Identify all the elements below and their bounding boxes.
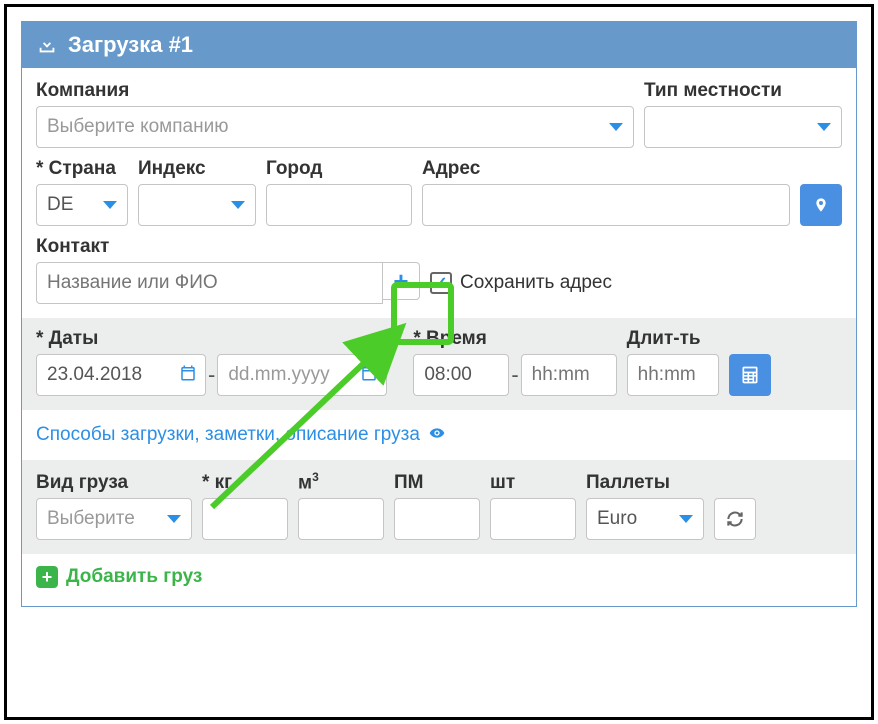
map-pin-icon	[813, 194, 829, 216]
panel-header: Загрузка #1	[22, 22, 856, 68]
pcs-input[interactable]	[490, 498, 576, 540]
plus-icon: +	[393, 266, 408, 297]
duration-label: Длит-ть	[627, 328, 719, 350]
locality-label: Тип местности	[644, 80, 842, 102]
cargo-type-label: Вид груза	[36, 472, 192, 494]
chevron-down-icon	[679, 515, 693, 523]
save-address-checkbox[interactable]: ✓	[430, 272, 452, 294]
pm-label: ПМ	[394, 472, 480, 494]
date-to-input[interactable]: dd.mm.yyyy	[217, 354, 387, 396]
address-input[interactable]	[422, 184, 790, 226]
loading-options-link[interactable]: Способы загрузки, заметки, описание груз…	[36, 410, 842, 460]
postcode-label: Индекс	[138, 158, 256, 180]
city-label: Город	[266, 158, 412, 180]
time-from-input[interactable]	[413, 354, 509, 396]
calendar-icon	[179, 364, 197, 387]
duration-input[interactable]	[627, 354, 719, 396]
company-select[interactable]: Выберите компанию	[36, 106, 634, 148]
eye-icon	[426, 425, 448, 446]
country-select[interactable]: DE	[36, 184, 128, 226]
panel-title: Загрузка #1	[68, 32, 193, 58]
locality-select[interactable]	[644, 106, 842, 148]
pcs-label: шт	[490, 472, 576, 494]
chevron-down-icon	[167, 515, 181, 523]
dash-separator: -	[509, 354, 520, 396]
save-address-label: Сохранить адрес	[460, 272, 612, 294]
m3-label: м3	[298, 470, 384, 494]
contact-input[interactable]	[36, 262, 383, 304]
refresh-button[interactable]	[714, 498, 756, 540]
pm-input[interactable]	[394, 498, 480, 540]
chevron-down-icon	[231, 201, 245, 209]
chevron-down-icon	[817, 123, 831, 131]
contact-label: Контакт	[36, 236, 420, 258]
download-icon	[36, 34, 58, 56]
pallets-select[interactable]: Euro	[586, 498, 704, 540]
m3-input[interactable]	[298, 498, 384, 540]
company-label: Компания	[36, 80, 634, 102]
postcode-select[interactable]	[138, 184, 256, 226]
refresh-icon	[725, 509, 745, 529]
map-pin-button[interactable]	[800, 184, 842, 226]
time-to-input[interactable]	[521, 354, 617, 396]
calendar-icon	[360, 364, 378, 387]
dates-label: * Даты	[36, 328, 387, 350]
kg-input[interactable]	[202, 498, 288, 540]
add-contact-button[interactable]: +	[382, 262, 420, 300]
calculator-icon	[740, 364, 760, 386]
add-cargo-button[interactable]: + Добавить груз	[36, 554, 842, 592]
cargo-type-select[interactable]: Выберите	[36, 498, 192, 540]
time-label: * Время	[413, 328, 616, 350]
address-label: Адрес	[422, 158, 790, 180]
plus-badge-icon: +	[36, 566, 58, 588]
date-from-input[interactable]: 23.04.2018	[36, 354, 206, 396]
chevron-down-icon	[609, 123, 623, 131]
calculate-button[interactable]	[729, 354, 771, 396]
dash-separator: -	[206, 354, 217, 396]
pallets-label: Паллеты	[586, 472, 704, 494]
chevron-down-icon	[103, 201, 117, 209]
country-label: * Страна	[36, 158, 128, 180]
kg-label: * кг	[202, 472, 288, 494]
city-input[interactable]	[266, 184, 412, 226]
